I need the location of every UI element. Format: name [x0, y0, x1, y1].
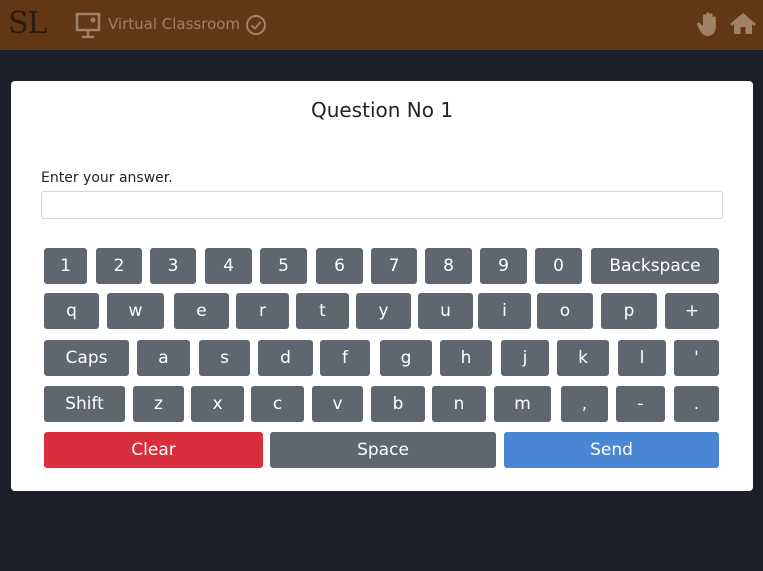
key-backspace[interactable]: Backspace: [591, 248, 719, 284]
home-icon[interactable]: [729, 11, 757, 35]
key-apostrophe[interactable]: ': [674, 340, 719, 376]
key-period[interactable]: .: [674, 386, 719, 422]
logo: SL: [8, 6, 47, 41]
key-b[interactable]: b: [371, 386, 425, 422]
key-w[interactable]: w: [107, 293, 164, 329]
key-v[interactable]: v: [312, 386, 363, 422]
key-g[interactable]: g: [380, 340, 432, 376]
question-title: Question No 1: [310, 98, 454, 122]
key-s[interactable]: s: [199, 340, 250, 376]
key-z[interactable]: z: [133, 386, 184, 422]
key-l[interactable]: l: [618, 340, 666, 376]
key-5[interactable]: 5: [260, 248, 307, 284]
presentation-icon: [75, 12, 101, 39]
key-f[interactable]: f: [320, 340, 370, 376]
key-3[interactable]: 3: [150, 248, 196, 284]
key-t[interactable]: t: [296, 293, 349, 329]
raise-hand-icon[interactable]: [697, 11, 721, 37]
key-q[interactable]: q: [44, 293, 99, 329]
key-8[interactable]: 8: [425, 248, 472, 284]
key-p[interactable]: p: [601, 293, 657, 329]
top-bar: SL Virtual Classroom: [0, 0, 763, 50]
key-e[interactable]: e: [174, 293, 229, 329]
key-9[interactable]: 9: [480, 248, 527, 284]
key-comma[interactable]: ,: [561, 386, 608, 422]
question-card: Question No 1 Enter your answer. 1234567…: [11, 81, 753, 491]
key-u[interactable]: u: [418, 293, 473, 329]
key-minus[interactable]: -: [616, 386, 665, 422]
key-7[interactable]: 7: [371, 248, 417, 284]
key-plus[interactable]: +: [665, 293, 719, 329]
key-x[interactable]: x: [191, 386, 244, 422]
key-a[interactable]: a: [137, 340, 190, 376]
key-2[interactable]: 2: [96, 248, 142, 284]
key-d[interactable]: d: [258, 340, 313, 376]
key-n[interactable]: n: [432, 386, 486, 422]
key-k[interactable]: k: [557, 340, 609, 376]
answer-prompt: Enter your answer.: [41, 170, 173, 186]
key-o[interactable]: o: [537, 293, 593, 329]
key-y[interactable]: y: [356, 293, 411, 329]
key-h[interactable]: h: [440, 340, 492, 376]
key-i[interactable]: i: [478, 293, 531, 329]
key-m[interactable]: m: [494, 386, 551, 422]
check-circle-icon: [246, 15, 266, 35]
key-4[interactable]: 4: [205, 248, 252, 284]
key-j[interactable]: j: [501, 340, 549, 376]
space-button[interactable]: Space: [270, 432, 496, 468]
key-1[interactable]: 1: [44, 248, 87, 284]
key-caps[interactable]: Caps: [44, 340, 129, 376]
app-title: Virtual Classroom: [108, 15, 241, 33]
clear-button[interactable]: Clear: [44, 432, 263, 468]
key-6[interactable]: 6: [316, 248, 363, 284]
key-0[interactable]: 0: [535, 248, 582, 284]
answer-input[interactable]: [41, 191, 723, 219]
send-button[interactable]: Send: [504, 432, 719, 468]
key-shift[interactable]: Shift: [44, 386, 125, 422]
key-r[interactable]: r: [236, 293, 289, 329]
key-c[interactable]: c: [251, 386, 304, 422]
